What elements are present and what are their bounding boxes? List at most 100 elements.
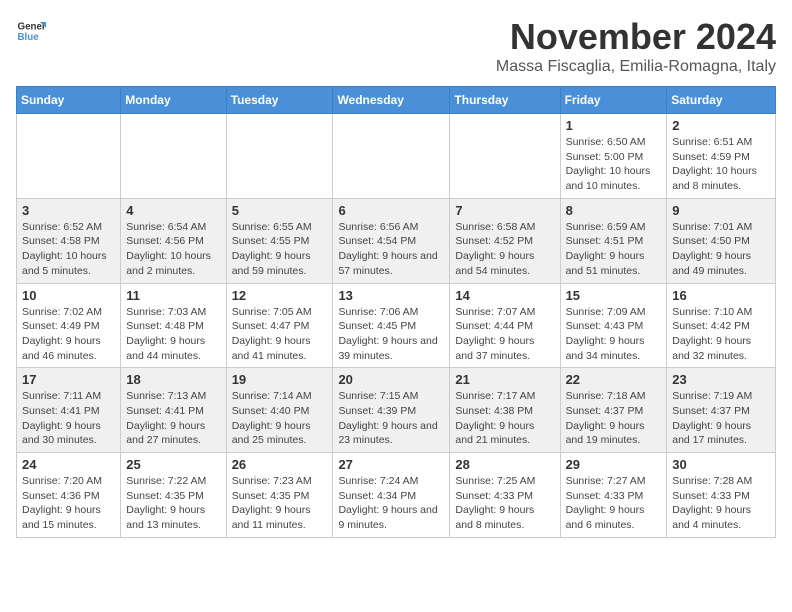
calendar-cell [226,114,333,199]
day-info: Sunrise: 7:17 AMSunset: 4:38 PMDaylight:… [455,389,554,448]
calendar-cell: 2 Sunrise: 6:51 AMSunset: 4:59 PMDaylight… [667,114,776,199]
calendar-week-row: 24 Sunrise: 7:20 AMSunset: 4:36 PMDayligh… [17,453,776,538]
calendar-cell [333,114,450,199]
day-info: Sunrise: 7:23 AMSunset: 4:35 PMDaylight:… [232,474,328,533]
day-number: 8 [566,203,662,218]
calendar-cell: 4 Sunrise: 6:54 AMSunset: 4:56 PMDaylight… [121,198,226,283]
calendar-table: SundayMondayTuesdayWednesdayThursdayFrid… [16,86,776,538]
calendar-cell: 12Sunrise: 7:05 AMSunset: 4:47 PMDayligh… [226,283,333,368]
day-info: Sunrise: 7:14 AMSunset: 4:40 PMDaylight:… [232,389,328,448]
day-info: Sunrise: 7:13 AMSunset: 4:41 PMDaylight:… [126,389,220,448]
day-info: Sunrise: 6:50 AMSunset: 5:00 PMDaylight:… [566,135,662,194]
day-info: Sunrise: 7:25 AMSunset: 4:33 PMDaylight:… [455,474,554,533]
day-number: 9 [672,203,770,218]
calendar-week-row: 3 Sunrise: 6:52 AMSunset: 4:58 PMDaylight… [17,198,776,283]
calendar-cell: 1 Sunrise: 6:50 AMSunset: 5:00 PMDaylight… [560,114,667,199]
day-info: Sunrise: 7:02 AMSunset: 4:49 PMDaylight:… [22,305,115,364]
day-number: 30 [672,457,770,472]
calendar-cell: 6Sunrise: 6:56 AMSunset: 4:54 PMDaylight… [333,198,450,283]
day-info: Sunrise: 7:10 AMSunset: 4:42 PMDaylight:… [672,305,770,364]
calendar-cell: 22 Sunrise: 7:18 AMSunset: 4:37 PMDayligh… [560,368,667,453]
day-number: 14 [455,288,554,303]
day-info: Sunrise: 7:24 AMSunset: 4:34 PMDaylight:… [338,474,444,533]
day-number: 18 [126,372,220,387]
day-info: Sunrise: 7:19 AMSunset: 4:37 PMDaylight:… [672,389,770,448]
calendar-cell: 24 Sunrise: 7:20 AMSunset: 4:36 PMDayligh… [17,453,121,538]
calendar-cell: 9 Sunrise: 7:01 AMSunset: 4:50 PMDaylight… [667,198,776,283]
day-number: 11 [126,288,220,303]
svg-text:Blue: Blue [18,32,40,43]
day-info: Sunrise: 7:01 AMSunset: 4:50 PMDaylight:… [672,220,770,279]
calendar-cell: 27 Sunrise: 7:24 AMSunset: 4:34 PMDayligh… [333,453,450,538]
day-number: 3 [22,203,115,218]
weekday-header: Tuesday [226,87,333,114]
location-title: Massa Fiscaglia, Emilia-Romagna, Italy [496,58,776,76]
calendar-week-row: 17Sunrise: 7:11 AMSunset: 4:41 PMDayligh… [17,368,776,453]
logo-icon: General Blue [16,16,46,46]
calendar-cell: 29Sunrise: 7:27 AMSunset: 4:33 PMDayligh… [560,453,667,538]
calendar-cell [450,114,560,199]
day-number: 13 [338,288,444,303]
day-info: Sunrise: 7:07 AMSunset: 4:44 PMDaylight:… [455,305,554,364]
calendar-cell: 21 Sunrise: 7:17 AMSunset: 4:38 PMDayligh… [450,368,560,453]
day-info: Sunrise: 6:59 AMSunset: 4:51 PMDaylight:… [566,220,662,279]
calendar-cell: 20 Sunrise: 7:15 AMSunset: 4:39 PMDayligh… [333,368,450,453]
calendar-cell: 14 Sunrise: 7:07 AMSunset: 4:44 PMDayligh… [450,283,560,368]
day-number: 26 [232,457,328,472]
day-info: Sunrise: 7:06 AMSunset: 4:45 PMDaylight:… [338,305,444,364]
page-header: General Blue November 2024 Massa Fiscagl… [16,16,776,76]
day-number: 21 [455,372,554,387]
calendar-cell: 8 Sunrise: 6:59 AMSunset: 4:51 PMDaylight… [560,198,667,283]
day-info: Sunrise: 7:03 AMSunset: 4:48 PMDaylight:… [126,305,220,364]
day-number: 24 [22,457,115,472]
day-number: 28 [455,457,554,472]
calendar-cell: 28 Sunrise: 7:25 AMSunset: 4:33 PMDayligh… [450,453,560,538]
day-number: 5 [232,203,328,218]
day-info: Sunrise: 7:11 AMSunset: 4:41 PMDaylight:… [22,389,115,448]
day-info: Sunrise: 7:15 AMSunset: 4:39 PMDaylight:… [338,389,444,448]
day-info: Sunrise: 7:09 AMSunset: 4:43 PMDaylight:… [566,305,662,364]
day-number: 16 [672,288,770,303]
weekday-header: Sunday [17,87,121,114]
day-info: Sunrise: 7:05 AMSunset: 4:47 PMDaylight:… [232,305,328,364]
day-info: Sunrise: 6:54 AMSunset: 4:56 PMDaylight:… [126,220,220,279]
day-info: Sunrise: 6:51 AMSunset: 4:59 PMDaylight:… [672,135,770,194]
day-number: 4 [126,203,220,218]
calendar-week-row: 1 Sunrise: 6:50 AMSunset: 5:00 PMDaylight… [17,114,776,199]
day-info: Sunrise: 7:18 AMSunset: 4:37 PMDaylight:… [566,389,662,448]
day-number: 20 [338,372,444,387]
day-number: 1 [566,118,662,133]
day-number: 29 [566,457,662,472]
calendar-cell: 17Sunrise: 7:11 AMSunset: 4:41 PMDayligh… [17,368,121,453]
calendar-week-row: 10 Sunrise: 7:02 AMSunset: 4:49 PMDayligh… [17,283,776,368]
calendar-cell: 3 Sunrise: 6:52 AMSunset: 4:58 PMDaylight… [17,198,121,283]
weekday-header: Wednesday [333,87,450,114]
calendar-cell: 19Sunrise: 7:14 AMSunset: 4:40 PMDayligh… [226,368,333,453]
day-info: Sunrise: 7:28 AMSunset: 4:33 PMDaylight:… [672,474,770,533]
calendar-cell: 26 Sunrise: 7:23 AMSunset: 4:35 PMDayligh… [226,453,333,538]
day-number: 23 [672,372,770,387]
day-number: 22 [566,372,662,387]
day-number: 25 [126,457,220,472]
month-title: November 2024 [496,16,776,58]
weekday-header: Thursday [450,87,560,114]
calendar-cell [121,114,226,199]
day-number: 10 [22,288,115,303]
day-info: Sunrise: 6:55 AMSunset: 4:55 PMDaylight:… [232,220,328,279]
calendar-cell: 25Sunrise: 7:22 AMSunset: 4:35 PMDayligh… [121,453,226,538]
day-number: 27 [338,457,444,472]
calendar-cell: 18 Sunrise: 7:13 AMSunset: 4:41 PMDayligh… [121,368,226,453]
calendar-cell [17,114,121,199]
calendar-cell: 11 Sunrise: 7:03 AMSunset: 4:48 PMDayligh… [121,283,226,368]
calendar-cell: 30 Sunrise: 7:28 AMSunset: 4:33 PMDayligh… [667,453,776,538]
calendar-header-row: SundayMondayTuesdayWednesdayThursdayFrid… [17,87,776,114]
calendar-cell: 23 Sunrise: 7:19 AMSunset: 4:37 PMDayligh… [667,368,776,453]
weekday-header: Monday [121,87,226,114]
day-info: Sunrise: 6:52 AMSunset: 4:58 PMDaylight:… [22,220,115,279]
day-info: Sunrise: 7:20 AMSunset: 4:36 PMDaylight:… [22,474,115,533]
logo: General Blue [16,16,46,46]
calendar-cell: 5 Sunrise: 6:55 AMSunset: 4:55 PMDaylight… [226,198,333,283]
day-number: 2 [672,118,770,133]
weekday-header: Friday [560,87,667,114]
day-number: 7 [455,203,554,218]
